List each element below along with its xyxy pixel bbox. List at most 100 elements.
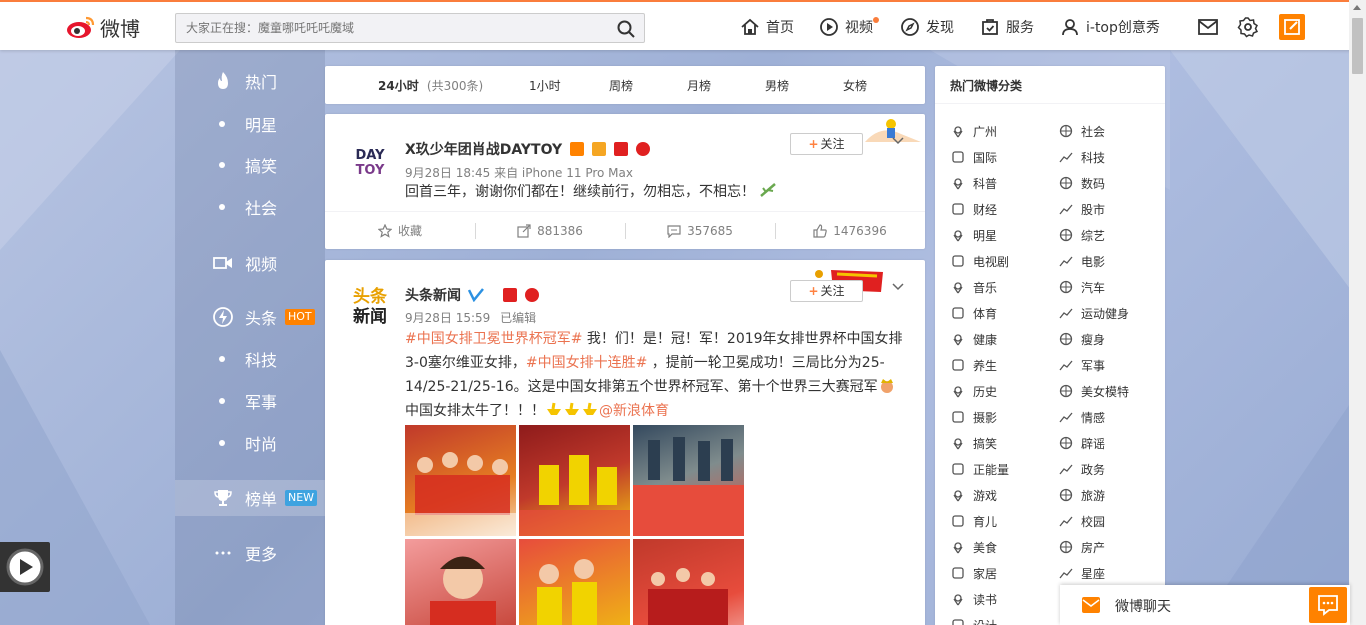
- post-image[interactable]: [633, 425, 744, 536]
- sidebar-item-headlines[interactable]: 头条 HOT: [175, 299, 325, 335]
- category-icon: [952, 619, 964, 625]
- category-link[interactable]: 情感: [1059, 409, 1105, 425]
- category-link[interactable]: 体育: [951, 305, 997, 321]
- category-link[interactable]: 历史: [951, 383, 997, 399]
- celebration-photo-image: [519, 455, 630, 536]
- category-link[interactable]: 美女模特: [1059, 383, 1129, 399]
- nav-video[interactable]: 视频: [819, 15, 873, 39]
- sidebar-item-military[interactable]: 军事: [175, 383, 325, 419]
- follow-button[interactable]: + 关注: [790, 133, 863, 155]
- search-icon[interactable]: [616, 19, 636, 39]
- category-link[interactable]: 广州: [951, 123, 997, 139]
- tab-weekly[interactable]: 周榜: [609, 77, 633, 94]
- category-link[interactable]: 音乐: [951, 279, 997, 295]
- category-link[interactable]: 搞笑: [951, 435, 997, 451]
- follow-button[interactable]: + 关注: [790, 280, 863, 302]
- repost-button[interactable]: 881386: [475, 212, 625, 249]
- category-link[interactable]: 校园: [1059, 513, 1105, 529]
- post-image[interactable]: [405, 539, 516, 625]
- category-link[interactable]: 瘦身: [1059, 331, 1105, 347]
- post-time[interactable]: 9月28日 15:59: [405, 311, 490, 325]
- topic-link[interactable]: #中国女排十连胜#: [526, 355, 647, 371]
- nav-discover[interactable]: 发现: [900, 15, 954, 39]
- nav-user-profile[interactable]: i-top创意秀: [1060, 15, 1160, 39]
- sidebar-item-more[interactable]: 更多: [175, 535, 325, 571]
- tab-female[interactable]: 女榜: [843, 77, 867, 94]
- sidebar-item-funny[interactable]: 搞笑: [175, 147, 325, 183]
- post-image[interactable]: [519, 539, 630, 625]
- category-link[interactable]: 政务: [1059, 461, 1105, 477]
- like-button[interactable]: 1476396: [775, 212, 925, 249]
- open-chat-button[interactable]: [1309, 587, 1347, 623]
- category-link[interactable]: 养生: [951, 357, 997, 373]
- post-image[interactable]: [405, 425, 516, 536]
- category-link[interactable]: 国际: [951, 149, 997, 165]
- category-link[interactable]: 摄影: [951, 409, 997, 425]
- favorite-button[interactable]: 收藏: [325, 212, 475, 249]
- category-link[interactable]: 健康: [951, 331, 997, 347]
- gear-icon[interactable]: [1236, 15, 1260, 39]
- sidebar-item-hot[interactable]: 热门: [175, 63, 325, 99]
- category-label: 社会: [1081, 124, 1106, 139]
- avatar[interactable]: DAY TOY: [350, 141, 390, 181]
- favorite-label: 收藏: [397, 224, 422, 238]
- category-link[interactable]: 军事: [1059, 357, 1105, 373]
- compose-button[interactable]: [1279, 14, 1305, 40]
- feed-post: DAY TOY X玖少年团肖战DAYTOY 9月28日 18:45 来自 iPh…: [325, 114, 925, 249]
- sidebar-item-stars[interactable]: 明星: [175, 106, 325, 142]
- page-scrollbar[interactable]: [1349, 0, 1366, 625]
- category-link[interactable]: 房产: [1059, 539, 1105, 555]
- category-link[interactable]: 明星: [951, 227, 997, 243]
- avatar[interactable]: 头条 新闻: [350, 284, 390, 327]
- category-link[interactable]: 科技: [1059, 149, 1105, 165]
- category-link[interactable]: 旅游: [1059, 487, 1105, 503]
- post-image[interactable]: [519, 425, 630, 536]
- comment-button[interactable]: 357685: [625, 212, 775, 249]
- category-link[interactable]: 汽车: [1059, 279, 1105, 295]
- chevron-down-icon[interactable]: [892, 280, 904, 292]
- topic-link[interactable]: #中国女排卫冕世界杯冠军#: [405, 331, 582, 347]
- category-link[interactable]: 设计: [951, 617, 997, 625]
- category-link[interactable]: 辟谣: [1059, 435, 1105, 451]
- category-link[interactable]: 家居: [951, 565, 997, 581]
- weibo-chat-widget[interactable]: 微博聊天: [1060, 585, 1350, 625]
- scrollbar-thumb[interactable]: [1352, 18, 1363, 74]
- category-link[interactable]: 数码: [1059, 175, 1105, 191]
- category-link[interactable]: 读书: [951, 591, 997, 607]
- chevron-down-icon[interactable]: [892, 134, 904, 146]
- nav-service[interactable]: 服务: [980, 15, 1034, 39]
- mention-link[interactable]: @新浪体育: [599, 403, 669, 419]
- search-input[interactable]: [176, 14, 596, 42]
- sidebar-item-video[interactable]: 视频: [175, 245, 325, 281]
- category-link[interactable]: 电影: [1059, 253, 1105, 269]
- sidebar-item-fashion[interactable]: 时尚: [175, 425, 325, 461]
- tab-male[interactable]: 男榜: [765, 77, 789, 94]
- sidebar-item-society[interactable]: 社会: [175, 189, 325, 225]
- category-link[interactable]: 星座: [1059, 565, 1105, 581]
- category-link[interactable]: 运动健身: [1059, 305, 1129, 321]
- category-link[interactable]: 美食: [951, 539, 997, 555]
- tab-24h[interactable]: 24小时 (共300条): [378, 77, 483, 94]
- mail-icon[interactable]: [1196, 15, 1220, 39]
- category-link[interactable]: 科普: [951, 175, 997, 191]
- category-link[interactable]: 股市: [1059, 201, 1105, 217]
- category-link[interactable]: 电视剧: [951, 253, 1009, 269]
- weibo-logo[interactable]: 微博: [66, 12, 146, 42]
- tab-1h[interactable]: 1小时: [529, 77, 561, 94]
- nav-home[interactable]: 首页: [740, 15, 794, 39]
- category-link[interactable]: 社会: [1059, 123, 1105, 139]
- envelope-icon: [1082, 597, 1100, 613]
- category-link[interactable]: 育儿: [951, 513, 997, 529]
- post-image[interactable]: [633, 539, 744, 625]
- tab-monthly[interactable]: 月榜: [687, 77, 711, 94]
- category-link[interactable]: 财经: [951, 201, 997, 217]
- sidebar-item-tech[interactable]: 科技: [175, 341, 325, 377]
- video-player-widget[interactable]: [0, 542, 50, 592]
- category-link[interactable]: 正能量: [951, 461, 1009, 477]
- category-link[interactable]: 游戏: [951, 487, 997, 503]
- sidebar-item-rankings[interactable]: 榜单 NEW: [175, 480, 325, 516]
- category-link[interactable]: 综艺: [1059, 227, 1105, 243]
- post-author[interactable]: 头条新闻: [405, 285, 539, 305]
- scroll-up-arrow[interactable]: [1353, 5, 1361, 10]
- post-author[interactable]: X玖少年团肖战DAYTOY: [405, 139, 650, 159]
